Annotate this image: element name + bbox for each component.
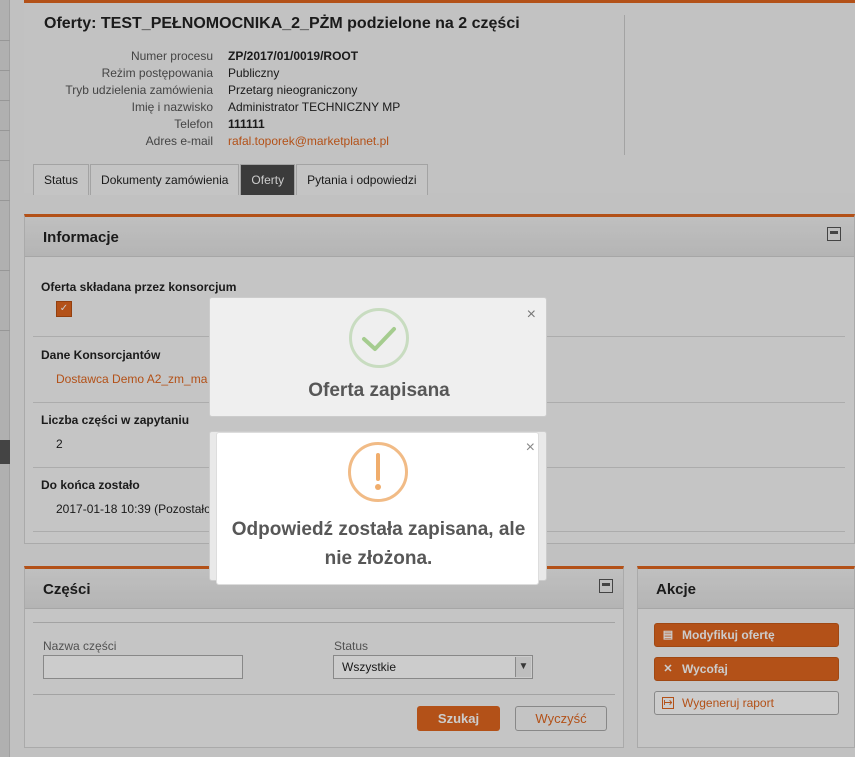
warning-message: Odpowiedź została zapisana, ale nie złoż… — [217, 515, 540, 573]
close-icon[interactable]: × — [527, 306, 536, 324]
warning-message-line1: Odpowiedź została zapisana, ale — [231, 519, 526, 540]
saved-modal: × Oferta zapisana — [209, 297, 547, 417]
saved-message: Oferta zapisana — [308, 380, 450, 401]
checkmark-icon — [349, 308, 409, 368]
close-icon[interactable]: × — [526, 439, 535, 457]
warning-modal: × Odpowiedź została zapisana, ale nie zł… — [216, 432, 539, 585]
warning-icon — [348, 442, 408, 502]
warning-message-line2: nie złożona. — [324, 548, 433, 569]
